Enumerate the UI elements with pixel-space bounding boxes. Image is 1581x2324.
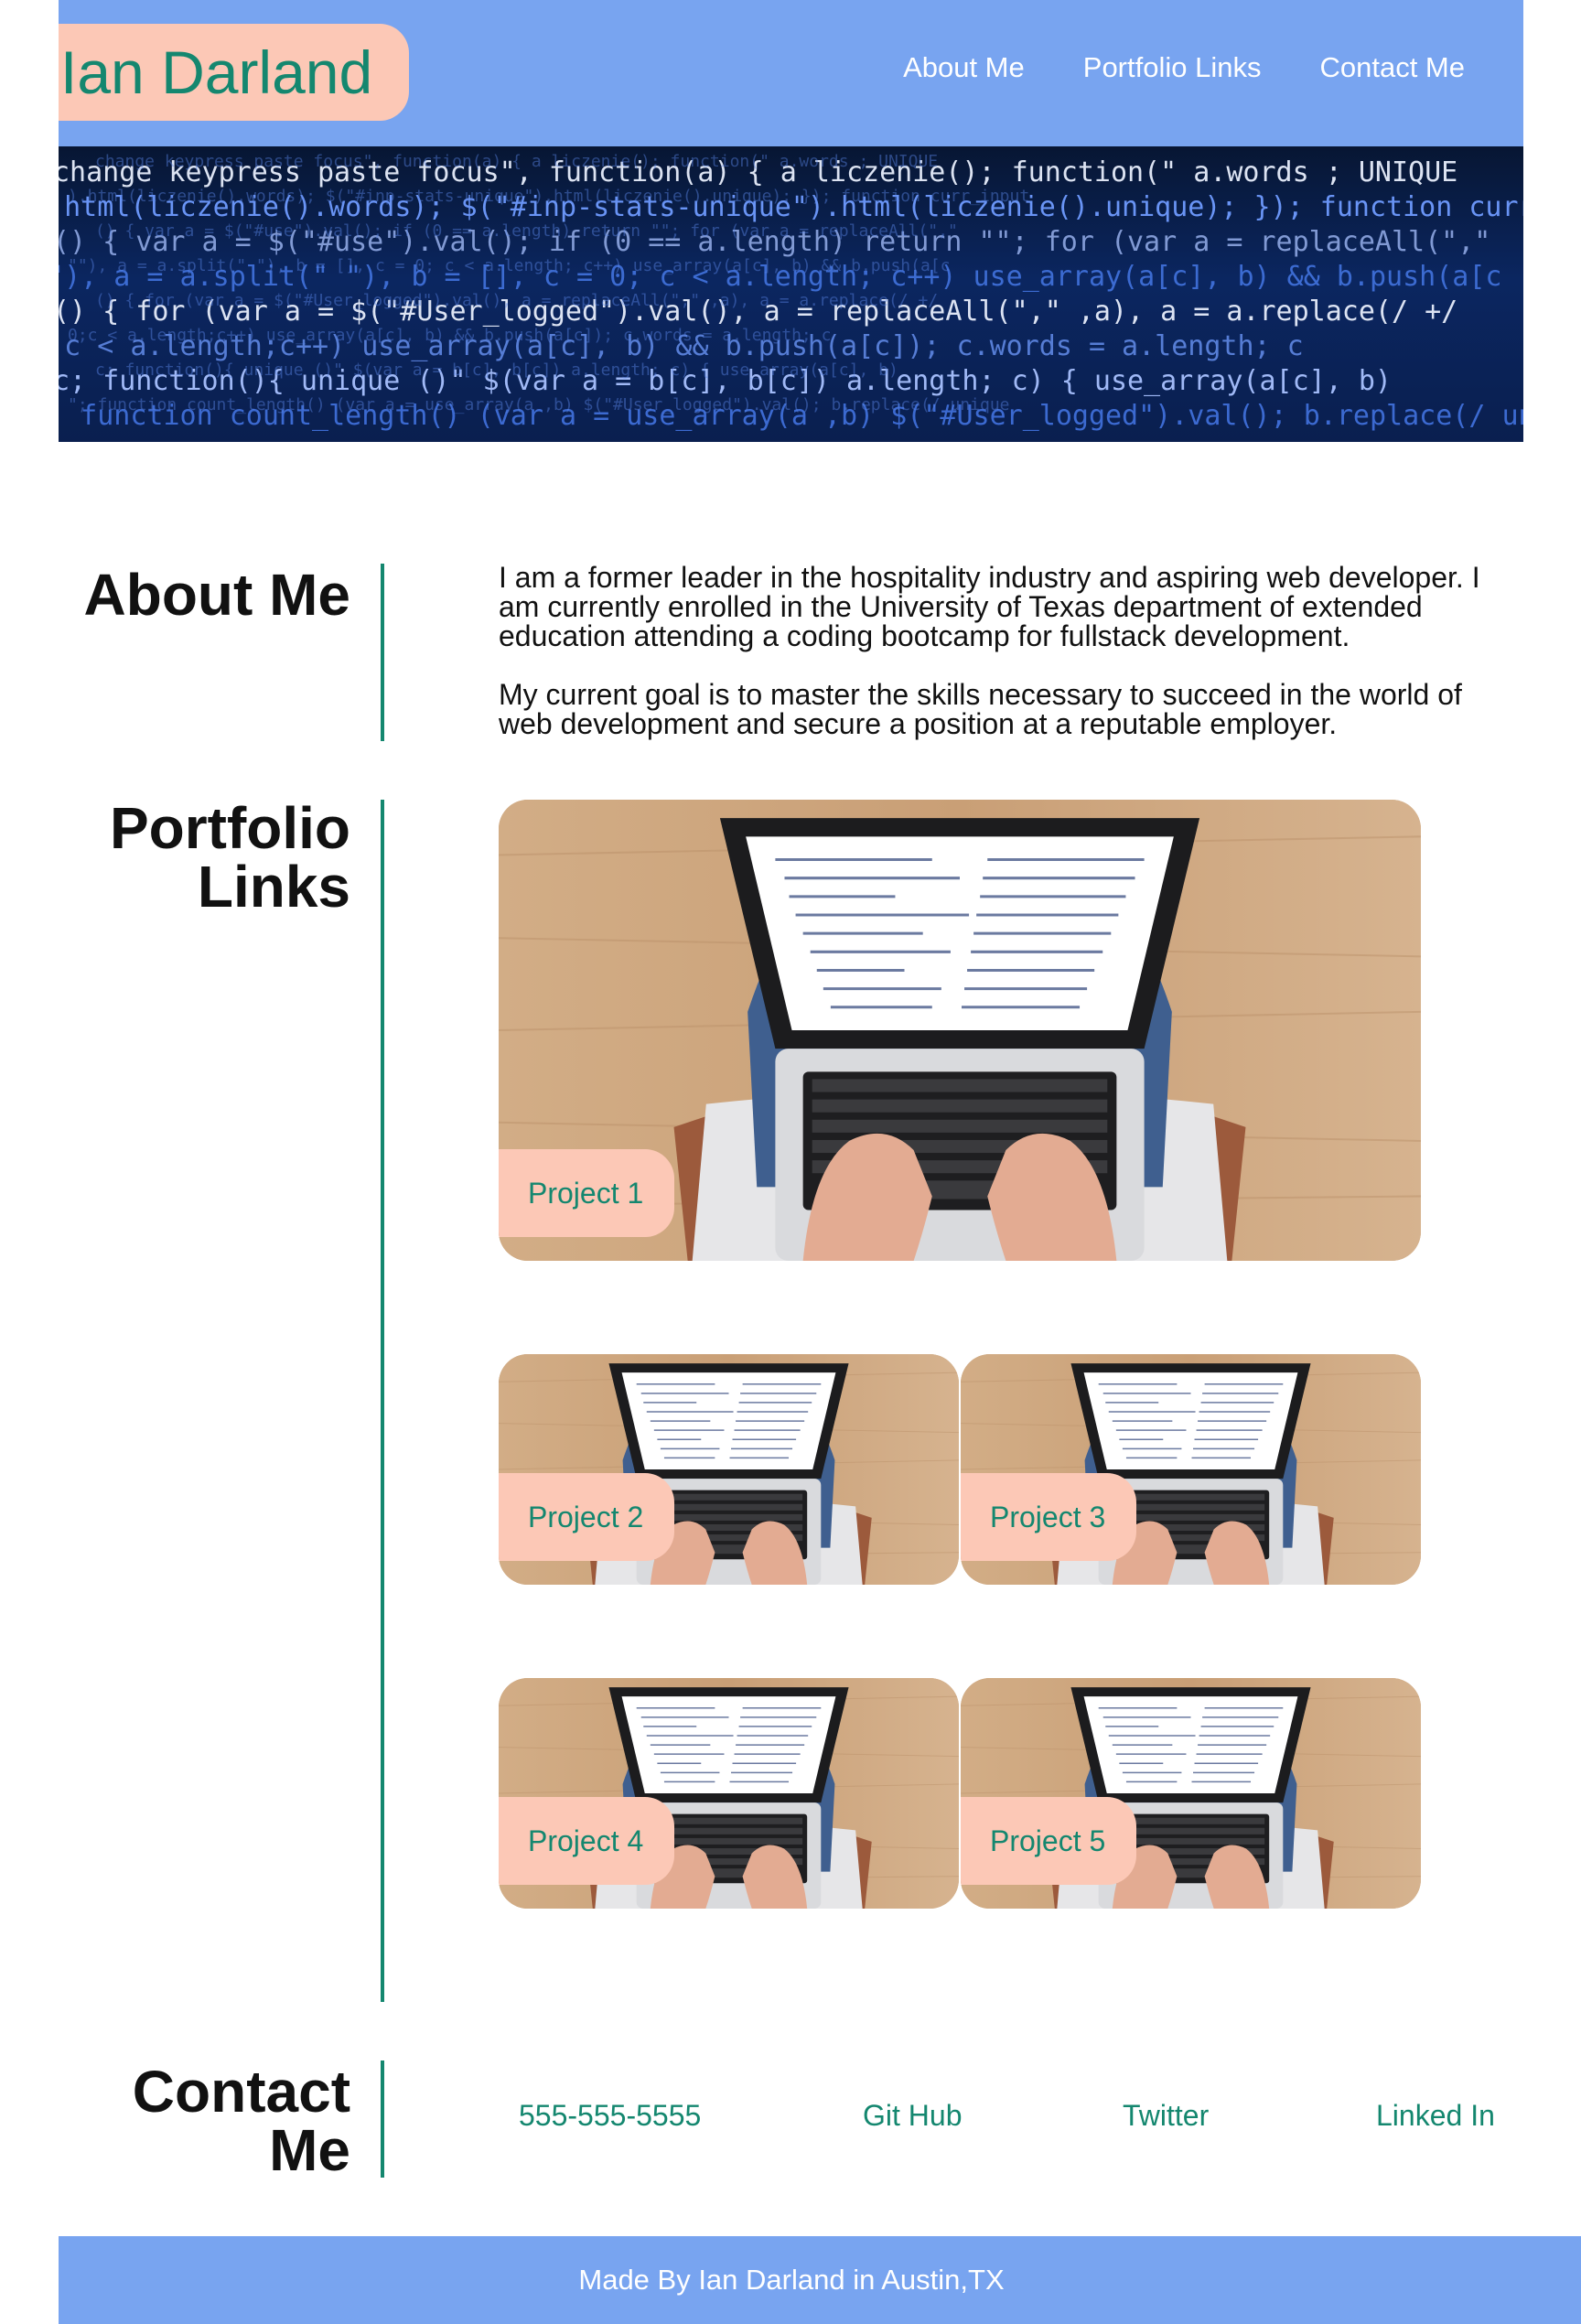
project-5-label[interactable]: Project 5 <box>961 1797 1137 1885</box>
contact-heading-line-1: Contact <box>132 2059 350 2125</box>
hero-code-image: change keypress paste focus", function(a… <box>59 152 1523 432</box>
portfolio-links-heading: Portfolio Links <box>110 799 350 916</box>
about-me-heading: About Me <box>83 562 351 628</box>
project-4-label[interactable]: Project 4 <box>499 1797 675 1885</box>
code-line-ghost: () { for (var a = $("#User_logged").val(… <box>95 291 938 310</box>
portfolio-divider <box>381 800 384 2002</box>
nav-link-portfolio-links[interactable]: Portfolio Links <box>1083 51 1262 84</box>
contact-links: 555-555-5555 Git Hub Twitter Linked In <box>499 2099 1496 2136</box>
project-1-label[interactable]: Project 1 <box>499 1149 675 1237</box>
linkedin-link[interactable]: Linked In <box>1376 2099 1495 2133</box>
contact-heading-line-2: Me <box>269 2117 350 2183</box>
code-line-ghost: c; function(){ unique ()" $(var a = b[c]… <box>95 360 898 380</box>
contact-me-heading: Contact Me <box>133 2062 350 2179</box>
portfolio-heading-line-1: Portfolio <box>109 795 350 861</box>
twitter-link[interactable]: Twitter <box>1123 2099 1209 2133</box>
hero-code-banner: change keypress paste focus", function(a… <box>59 146 1523 442</box>
footer-text: Made By Ian Darland in Austin,TX <box>578 2264 1005 2296</box>
about-text: I am a former leader in the hospitality … <box>499 563 1487 738</box>
code-line-ghost: ""), a = a.split(" "), b = [], c = 0; c … <box>68 256 951 275</box>
code-line-ghost: ).html(liczenie().words); $("#inp-stats-… <box>68 187 1029 206</box>
about-divider <box>381 564 384 741</box>
nav-link-contact-me[interactable]: Contact Me <box>1319 51 1465 84</box>
portfolio-heading-line-2: Links <box>197 854 350 920</box>
code-line-ghost: () { var a = $("#use").val(); if (0 == a… <box>95 221 958 241</box>
code-line-ghost: "; function count_length() (var a = use_… <box>68 395 1010 414</box>
nav-link-about-me[interactable]: About Me <box>903 51 1025 84</box>
about-paragraph-1: I am a former leader in the hospitality … <box>499 561 1480 652</box>
about-paragraph-2: My current goal is to master the skills … <box>499 678 1462 740</box>
project-2-label[interactable]: Project 2 <box>499 1473 675 1561</box>
project-card-3[interactable]: Project 3 <box>961 1354 1421 1585</box>
project-card-2[interactable]: Project 2 <box>499 1354 959 1585</box>
contact-divider <box>381 2060 384 2178</box>
code-line-ghost: 0;c < a.length;c++) use_array(a[c], b) &… <box>68 326 831 345</box>
site-logo[interactable]: Ian Darland <box>59 24 409 121</box>
phone-link[interactable]: 555-555-5555 <box>519 2099 701 2133</box>
project-card-5[interactable]: Project 5 <box>961 1678 1421 1909</box>
project-card-4[interactable]: Project 4 <box>499 1678 959 1909</box>
project-3-label[interactable]: Project 3 <box>961 1473 1137 1561</box>
github-link[interactable]: Git Hub <box>863 2099 962 2133</box>
site-header: Ian Darland About Me Portfolio Links Con… <box>59 0 1523 146</box>
code-line-ghost: change keypress paste focus", function(a… <box>95 152 938 171</box>
main-nav: About Me Portfolio Links Contact Me <box>903 51 1465 84</box>
project-card-1[interactable]: Project 1 <box>499 800 1421 1261</box>
site-footer: Made By Ian Darland in Austin,TX <box>59 2236 1581 2324</box>
